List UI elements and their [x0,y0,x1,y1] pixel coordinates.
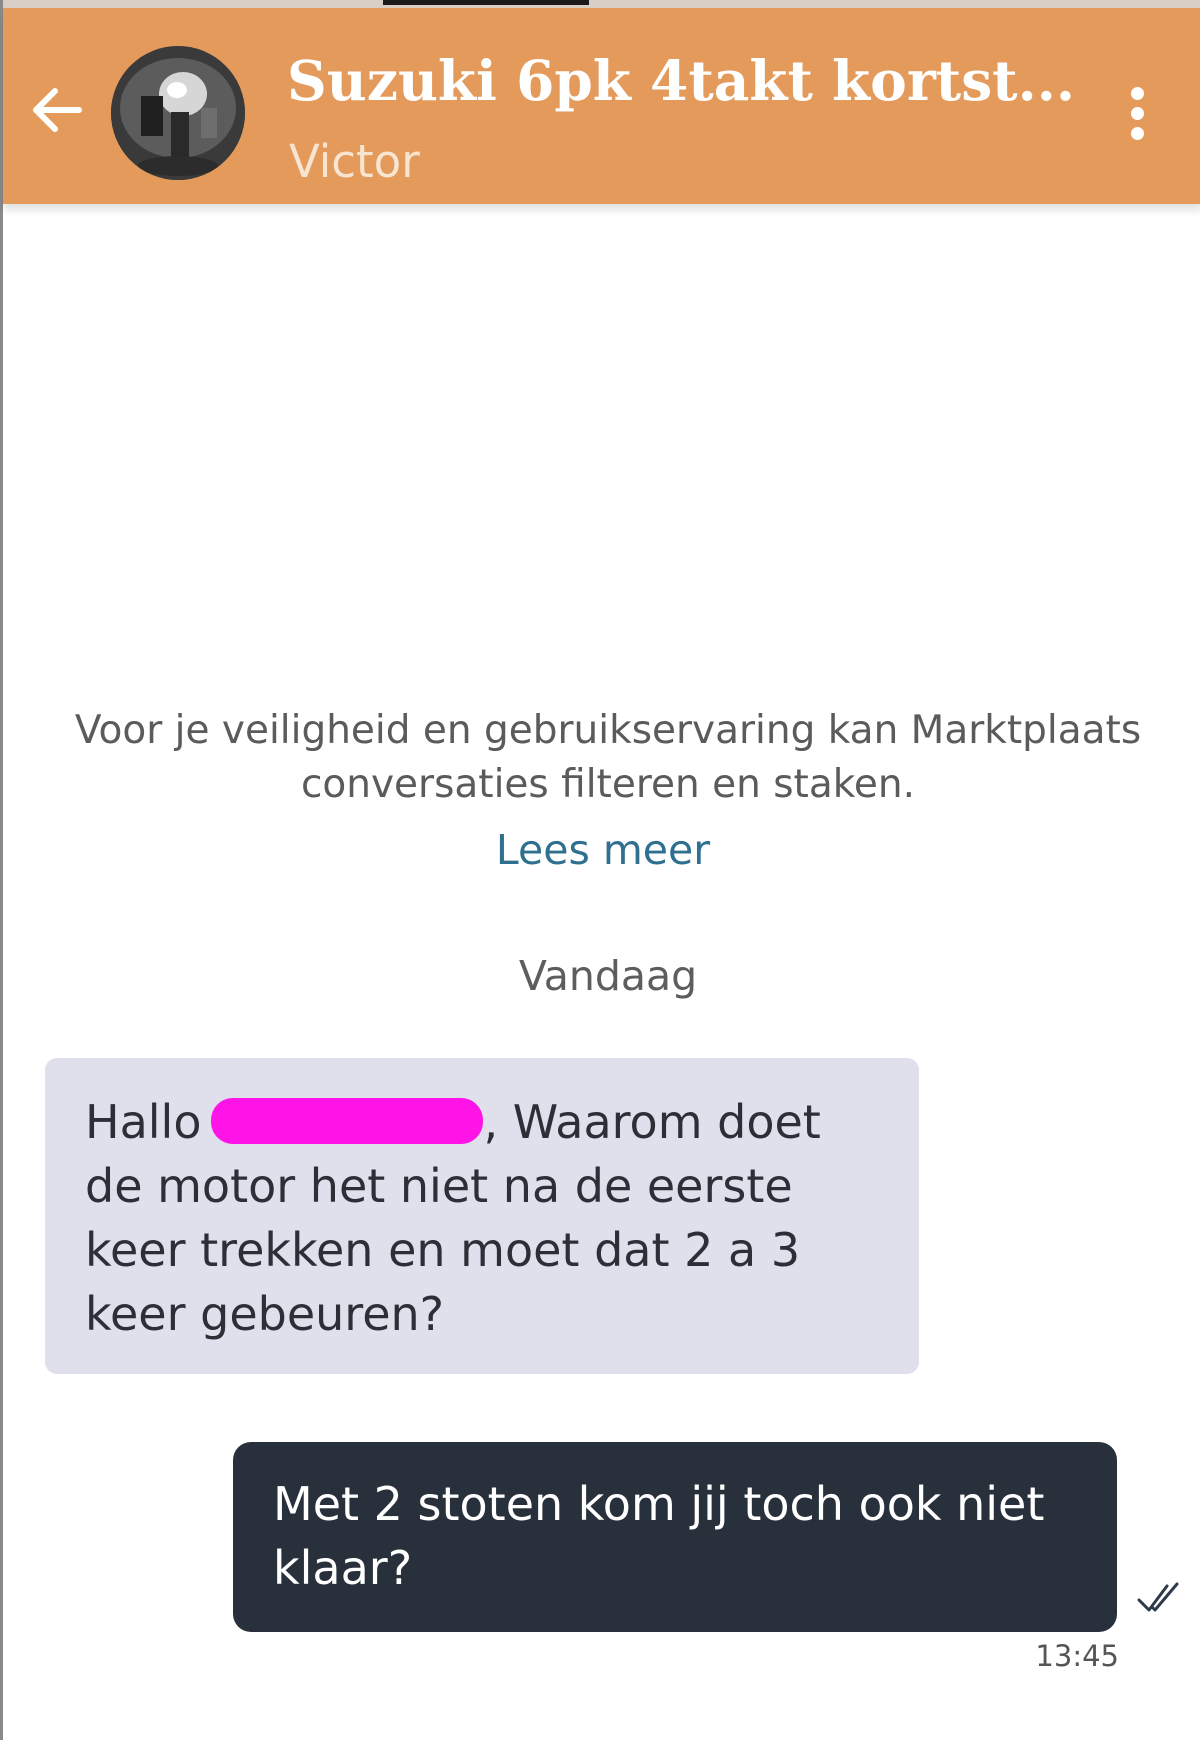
redaction-mark [211,1098,484,1144]
status-bar-notch [383,0,589,5]
double-check-icon [1137,1582,1179,1612]
safety-notice: Voor je veiligheid en gebruikservaring k… [74,708,1142,807]
outboard-motor-photo [111,46,245,180]
day-separator: Vandaag [518,952,698,1000]
more-vertical-icon [1117,87,1157,140]
incoming-message-bubble[interactable]: Hallo, Waarom doet de motor het niet na … [45,1058,919,1374]
chat-subtitle: Victor [289,135,420,188]
outgoing-message-bubble[interactable]: Met 2 stoten kom jij toch ook niet klaar… [233,1442,1117,1632]
chat-title: Suzuki 6pk 4takt kortst... [287,48,1076,113]
more-options-button[interactable] [1117,82,1157,152]
message-timestamp: 13:45 [1035,1639,1119,1673]
back-button[interactable] [25,78,89,142]
avatar[interactable] [111,46,245,180]
read-more-link[interactable]: Lees meer [403,820,803,880]
chat-screen: Suzuki 6pk 4takt kortst... Victor Voor j… [0,0,1200,1740]
chat-header: Suzuki 6pk 4takt kortst... Victor [3,8,1200,204]
arrow-left-icon [33,88,82,132]
message-text: Met 2 stoten kom jij toch ook niet klaar… [273,1477,1045,1595]
message-greeting: Hallo [85,1095,202,1149]
